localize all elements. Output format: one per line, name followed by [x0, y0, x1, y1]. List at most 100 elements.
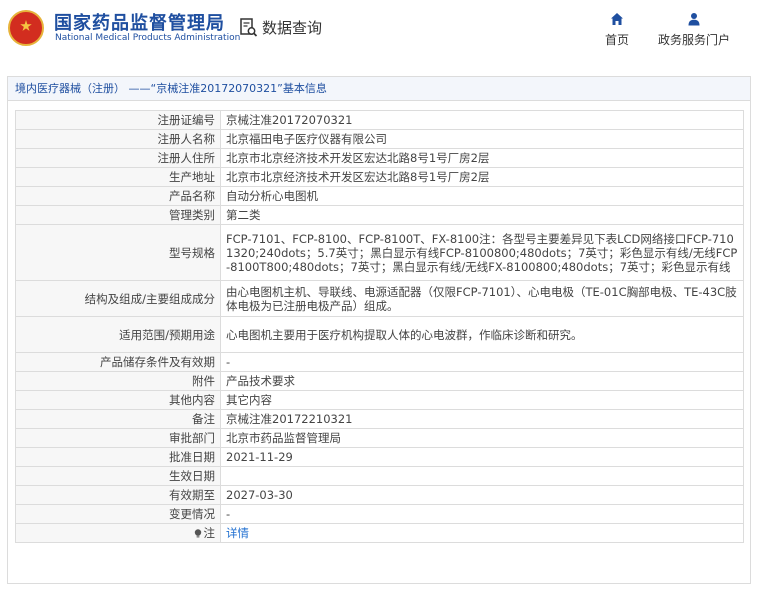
row-value-text: 由心电图机主机、导联线、电源适配器（仅限FCP-7101）、心电电极（TE-01…	[226, 284, 737, 313]
row-value: -	[220, 352, 744, 372]
table-row: 注详情	[15, 523, 744, 543]
row-label: 生效日期	[15, 466, 221, 486]
row-value: 第二类	[220, 205, 744, 225]
row-label: 结构及组成/主要组成成分	[15, 280, 221, 317]
row-label-text: 注	[203, 526, 216, 540]
row-label: 备注	[15, 409, 221, 429]
table-row: 注册人名称 北京福田电子医疗仪器有限公司	[15, 129, 744, 149]
row-value: 详情	[220, 523, 744, 543]
info-table-body: 注册证编号 京械注准20172070321 注册人名称 北京福田电子医疗仪器有限公司注…	[15, 110, 744, 543]
row-value: 京械注准20172070321	[220, 110, 744, 130]
row-value: 北京市北京经济技术开发区宏达北路8号1号厂房2层	[220, 148, 744, 168]
table-row: 型号规格 FCP-7101、FCP-8100、FCP-8100T、FX-8100注…	[15, 224, 744, 281]
row-label-text: 有效期至	[169, 488, 215, 502]
row-label: 附件	[15, 371, 221, 391]
data-query-link[interactable]: 数据查询	[240, 17, 322, 38]
national-emblem-logo	[8, 10, 44, 46]
row-value-text: 第二类	[226, 208, 261, 222]
table-row: 注册人住所 北京市北京经济技术开发区宏达北路8号1号厂房2层	[15, 148, 744, 168]
row-value-text: 产品技术要求	[226, 374, 295, 388]
site-name-cn: 国家药品监督管理局	[54, 13, 225, 34]
details-link[interactable]: 详情	[226, 526, 249, 540]
row-value: 其它内容	[220, 390, 744, 410]
row-label: 批准日期	[15, 447, 221, 467]
row-label-text: 其他内容	[169, 393, 215, 407]
row-value: 2027-03-30	[220, 485, 744, 505]
row-value: 北京福田电子医疗仪器有限公司	[220, 129, 744, 149]
nav-home[interactable]: 首页	[602, 12, 632, 48]
site-name-en: National Medical Products Administration	[55, 33, 241, 43]
row-label: 注册证编号	[15, 110, 221, 130]
row-value-text: FCP-7101、FCP-8100、FCP-8100T、FX-8100注：各型号…	[226, 231, 738, 274]
table-row: 生产地址 北京市北京经济技术开发区宏达北路8号1号厂房2层	[15, 167, 744, 187]
row-value: 自动分析心电图机	[220, 186, 744, 206]
table-row: 有效期至 2027-03-30	[15, 485, 744, 505]
row-label: 审批部门	[15, 428, 221, 448]
row-label: 有效期至	[15, 485, 221, 505]
row-value-text: 2027-03-30	[226, 488, 293, 502]
row-label: 管理类别	[15, 205, 221, 225]
row-value-text: 心电图机主要用于医疗机构提取人体的心电波群，作临床诊断和研究。	[226, 327, 583, 342]
detail-panel: 境内医疗器械（注册） ——“京械注准20172070321”基本信息 注册证编号…	[7, 76, 751, 584]
table-row: 产品名称 自动分析心电图机	[15, 186, 744, 206]
user-icon	[688, 13, 700, 26]
table-row: 注册证编号 京械注准20172070321	[15, 110, 744, 130]
row-value-text: 北京市药品监督管理局	[226, 431, 341, 445]
row-value-text: -	[226, 355, 231, 369]
row-label: 生产地址	[15, 167, 221, 187]
row-value: 北京市北京经济技术开发区宏达北路8号1号厂房2层	[220, 167, 744, 187]
row-value	[220, 466, 744, 486]
row-label-text: 管理类别	[169, 208, 215, 222]
row-value: 北京市药品监督管理局	[220, 428, 744, 448]
row-value-text: 京械注准20172070321	[226, 113, 353, 127]
row-value: 由心电图机主机、导联线、电源适配器（仅限FCP-7101）、心电电极（TE-01…	[220, 280, 744, 317]
table-row: 附件 产品技术要求	[15, 371, 744, 391]
row-value-text: 北京市北京经济技术开发区宏达北路8号1号厂房2层	[226, 170, 490, 184]
row-label-text: 审批部门	[169, 431, 215, 445]
row-label: 适用范围/预期用途	[15, 316, 221, 353]
row-value-text: 北京福田电子医疗仪器有限公司	[226, 132, 387, 146]
row-label: 变更情况	[15, 504, 221, 524]
table-row: 管理类别 第二类	[15, 205, 744, 225]
row-label: 产品储存条件及有效期	[15, 352, 221, 372]
table-row: 审批部门 北京市药品监督管理局	[15, 428, 744, 448]
table-row: 适用范围/预期用途 心电图机主要用于医疗机构提取人体的心电波群，作临床诊断和研究。	[15, 316, 744, 353]
nav-service-portal[interactable]: 政务服务门户	[654, 12, 734, 48]
row-label-text: 适用范围/预期用途	[119, 327, 215, 342]
document-search-icon	[240, 17, 258, 38]
site-header: 国家药品监督管理局 National Medical Products Admi…	[0, 0, 758, 62]
table-row: 备注 京械注准20172210321	[15, 409, 744, 429]
row-label-text: 生产地址	[169, 170, 215, 184]
table-row: 结构及组成/主要组成成分 由心电图机主机、导联线、电源适配器（仅限FCP-7101…	[15, 280, 744, 317]
row-label-text: 变更情况	[169, 507, 215, 521]
row-label: 注册人住所	[15, 148, 221, 168]
row-value: FCP-7101、FCP-8100、FCP-8100T、FX-8100注：各型号…	[220, 224, 744, 281]
table-row: 批准日期 2021-11-29	[15, 447, 744, 467]
row-label: 注	[15, 523, 221, 543]
row-value: 京械注准20172210321	[220, 409, 744, 429]
row-label-text: 附件	[192, 374, 215, 388]
row-value-text: -	[226, 507, 231, 521]
row-label-text: 注册证编号	[157, 113, 216, 127]
row-label-text: 型号规格	[169, 245, 215, 260]
row-label-text: 产品名称	[169, 189, 215, 203]
breadcrumb: 境内医疗器械（注册） ——“京械注准20172070321”基本信息	[8, 77, 750, 101]
row-label-text: 注册人住所	[157, 151, 216, 165]
row-value-text: 2021-11-29	[226, 450, 293, 464]
row-label-text: 备注	[192, 412, 215, 426]
nav-service-label: 政务服务门户	[657, 33, 730, 47]
lightbulb-icon	[194, 529, 201, 538]
nav-home-label: 首页	[604, 33, 629, 47]
home-icon	[611, 13, 623, 25]
table-row: 生效日期	[15, 466, 744, 486]
table-row: 变更情况 -	[15, 504, 744, 524]
row-value-text: 北京市北京经济技术开发区宏达北路8号1号厂房2层	[226, 151, 490, 165]
row-value-text: 其它内容	[226, 393, 272, 407]
row-label-text: 注册人名称	[157, 132, 216, 146]
row-value: 2021-11-29	[220, 447, 744, 467]
row-label-text: 结构及组成/主要组成成分	[84, 291, 215, 306]
table-row: 其他内容 其它内容	[15, 390, 744, 410]
row-label-text: 生效日期	[169, 469, 215, 483]
row-value: 产品技术要求	[220, 371, 744, 391]
registration-info-table: 注册证编号 京械注准20172070321 注册人名称 北京福田电子医疗仪器有限公司注…	[15, 110, 744, 543]
